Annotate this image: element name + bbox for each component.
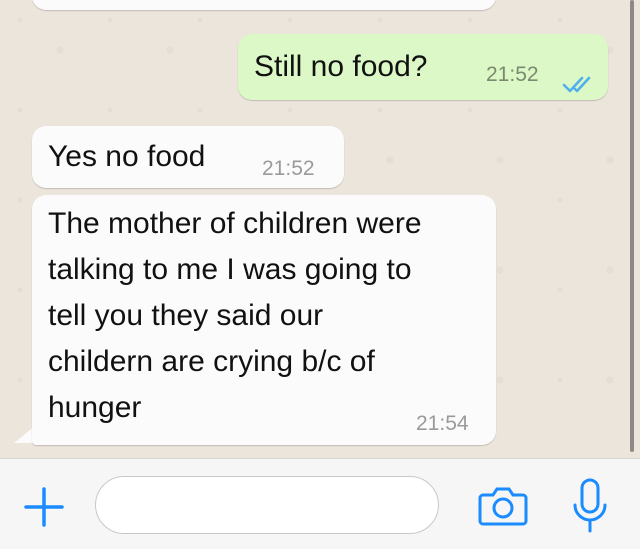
camera-icon (478, 487, 528, 531)
message-text: Still no food? (254, 50, 428, 83)
camera-button[interactable] (478, 483, 528, 527)
chat-area[interactable]: Still no food? 21:52 Yes no food 21:52 T… (0, 0, 640, 458)
message-time: 21:52 (262, 157, 315, 180)
message-time: 21:54 (416, 412, 469, 435)
message-text: The mother of children were talking to m… (48, 207, 422, 424)
microphone-icon (570, 478, 610, 539)
read-receipt-icon (562, 64, 592, 110)
scroll-indicator[interactable] (630, 0, 634, 452)
message-text: Yes no food (48, 140, 206, 173)
outgoing-message-bubble[interactable]: Still no food? 21:52 (238, 34, 608, 100)
message-time: 21:52 (486, 63, 539, 86)
incoming-message-bubble[interactable]: The mother of children were talking to m… (32, 195, 496, 445)
message-input[interactable] (95, 476, 439, 534)
previous-message-bubble (32, 0, 496, 10)
message-input-bar (0, 458, 640, 549)
plus-icon (22, 487, 66, 533)
attach-button[interactable] (22, 485, 66, 529)
incoming-message-bubble[interactable]: Yes no food 21:52 (32, 126, 344, 188)
microphone-button[interactable] (570, 477, 610, 535)
